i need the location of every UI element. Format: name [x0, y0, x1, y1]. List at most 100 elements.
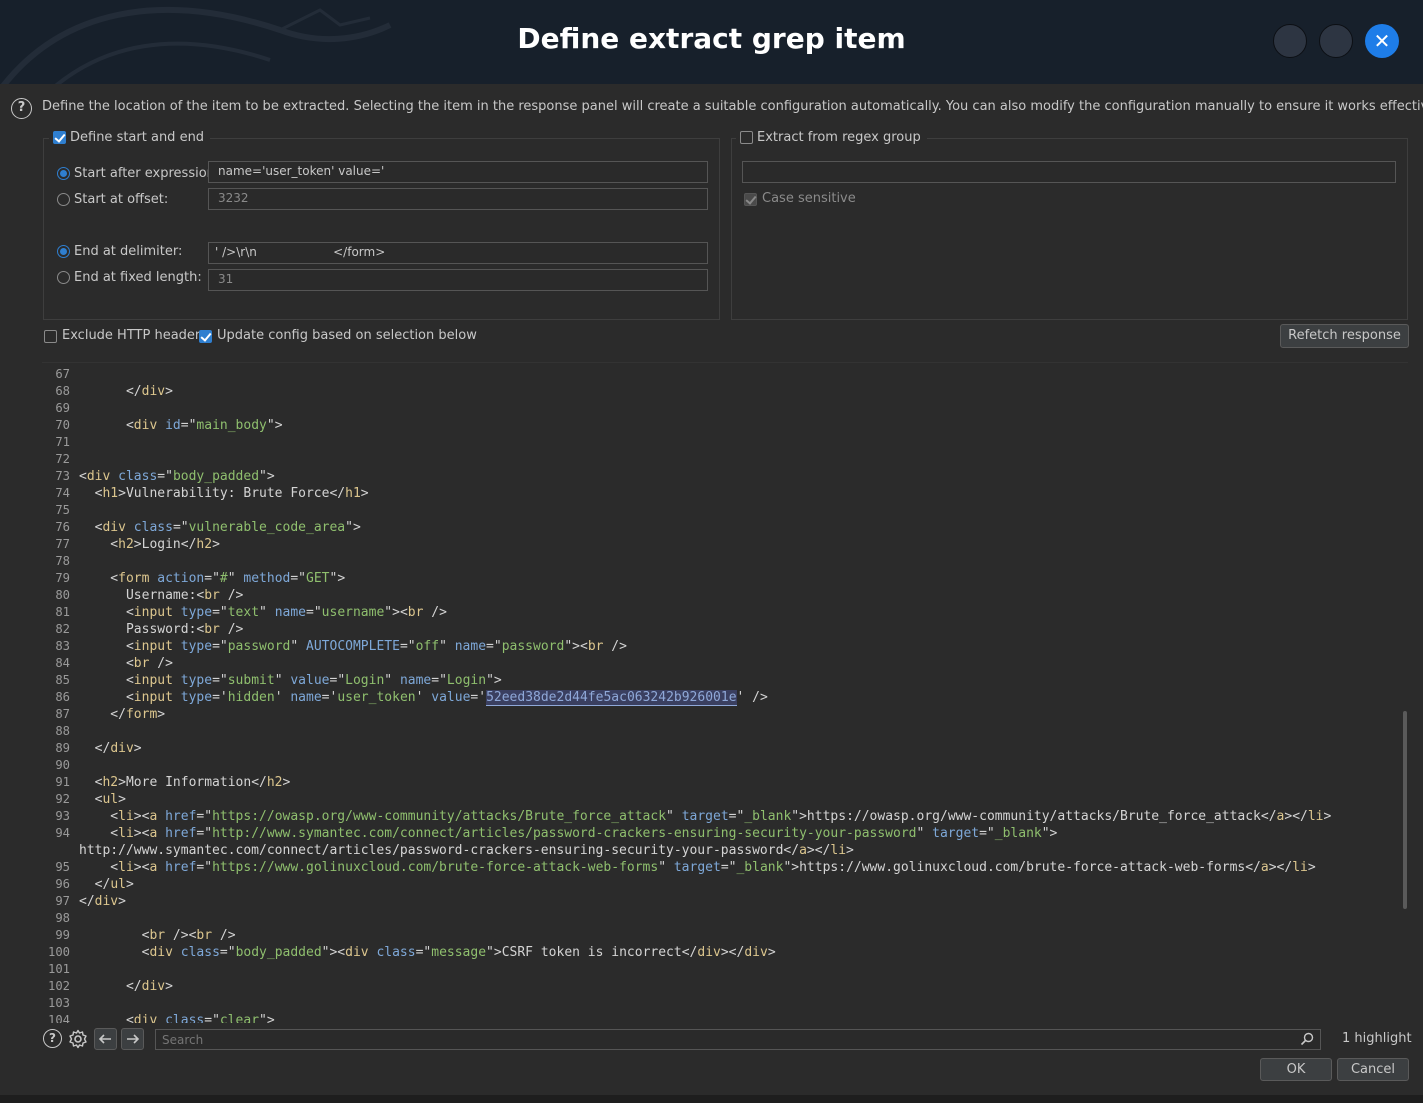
line-number: 84: [55, 656, 70, 670]
line-number: 103: [47, 996, 70, 1010]
code-content[interactable]: </div> <div id="main_body"> <div class="…: [79, 366, 1331, 1023]
code-line: <input type="password" AUTOCOMPLETE="off…: [79, 639, 627, 654]
line-number: 97: [55, 894, 70, 908]
line-number: 83: [55, 639, 70, 653]
line-number: 87: [55, 707, 70, 721]
regex-legend: Extract from regex group: [736, 130, 927, 145]
code-line: <li><a href="https://owasp.org/www-commu…: [79, 809, 1332, 824]
line-number: 85: [55, 673, 70, 687]
line-number: 80: [55, 588, 70, 602]
update-config-checkbox[interactable]: [199, 330, 212, 343]
code-line: <ul>: [79, 792, 126, 807]
line-number: 102: [47, 979, 70, 993]
line-number: [42, 842, 70, 859]
editor-help-glyph: ?: [49, 1031, 56, 1045]
search-forward-button[interactable]: [121, 1028, 144, 1050]
minimize-button[interactable]: [1273, 24, 1307, 58]
start-after-radio[interactable]: [57, 167, 70, 180]
line-number: 88: [55, 724, 70, 738]
code-line: <div class="vulnerable_code_area">: [79, 520, 361, 535]
code-line: <li><a href="http://www.symantec.com/con…: [79, 826, 1058, 841]
line-number: 77: [55, 537, 70, 551]
code-line: <input type="submit" value="Login" name=…: [79, 673, 502, 688]
maximize-button[interactable]: [1319, 24, 1353, 58]
start-after-input[interactable]: name='user_token' value=': [208, 161, 708, 183]
help-circle-icon[interactable]: ?: [11, 98, 32, 119]
response-editor[interactable]: 67 68 69 70 71 72 73 74 75 76 77 78 79 8…: [42, 362, 1408, 1023]
line-number: 81: [55, 605, 70, 619]
line-number: 101: [47, 962, 70, 976]
search-input[interactable]: [155, 1029, 1321, 1050]
code-line: Password:<br />: [79, 622, 244, 637]
search-back-button[interactable]: [94, 1028, 117, 1050]
line-number: 79: [55, 571, 70, 585]
code-line: <div class="clear">: [79, 1013, 275, 1023]
line-number: 70: [55, 418, 70, 432]
line-number: 72: [55, 452, 70, 466]
selected-token[interactable]: 52eed38de2d44fe5ac063242b926001e: [486, 690, 737, 706]
bottom-edge: [0, 1095, 1423, 1103]
line-number: 90: [55, 758, 70, 772]
line-number: 96: [55, 877, 70, 891]
code-line: <form action="#" method="GET">: [79, 571, 346, 586]
extract-regex-checkbox[interactable]: [740, 131, 753, 144]
highlight-count: 1 highlight: [1342, 1031, 1412, 1046]
code-line: <br />: [79, 656, 173, 671]
case-sensitive-checkbox[interactable]: [744, 193, 757, 206]
end-fixed-length-input[interactable]: 31: [208, 269, 708, 291]
line-number: 99: [55, 928, 70, 942]
line-number: 104: [47, 1013, 70, 1023]
title-bar: Define extract grep item ✕: [0, 0, 1423, 84]
cancel-button[interactable]: Cancel: [1337, 1058, 1409, 1081]
code-line: </div>: [79, 894, 126, 909]
line-number: 67: [55, 367, 70, 381]
line-number: 94: [55, 826, 70, 840]
line-number: 73: [55, 469, 70, 483]
line-number: 68: [55, 384, 70, 398]
line-number: 95: [55, 860, 70, 874]
extract-regex-label: Extract from regex group: [757, 130, 921, 145]
refetch-response-button[interactable]: Refetch response: [1280, 324, 1409, 348]
start-offset-radio[interactable]: [57, 193, 70, 206]
code-line: <h2>Login</h2>: [79, 537, 220, 552]
code-line: <br /><br />: [79, 928, 236, 943]
editor-scrollbar[interactable]: [1403, 711, 1407, 909]
code-line: <input type='hidden' name='user_token' v…: [79, 690, 768, 706]
line-number: 69: [55, 401, 70, 415]
code-line: <input type="text" name="username"><br /…: [79, 605, 447, 620]
line-number: 98: [55, 911, 70, 925]
line-number: 75: [55, 503, 70, 517]
code-line: <li><a href="https://www.golinuxcloud.co…: [79, 860, 1316, 875]
code-line: <div class="body_padded">: [79, 469, 275, 484]
line-number: 74: [55, 486, 70, 500]
settings-gear-icon[interactable]: [68, 1029, 88, 1049]
ok-button[interactable]: OK: [1260, 1058, 1332, 1081]
code-line: <div id="main_body">: [79, 418, 283, 433]
exclude-headers-checkbox[interactable]: [44, 330, 57, 343]
close-button[interactable]: ✕: [1365, 24, 1399, 58]
end-fixed-length-radio[interactable]: [57, 271, 70, 284]
editor-help-icon[interactable]: ?: [43, 1029, 62, 1048]
end-delimiter-radio[interactable]: [57, 245, 70, 258]
code-line: Username:<br />: [79, 588, 244, 603]
code-line: </form>: [79, 707, 166, 722]
end-delimiter-input[interactable]: ' />\r\n </form>: [208, 242, 708, 264]
start-offset-input[interactable]: 3232: [208, 188, 708, 210]
search-icon[interactable]: [1300, 1032, 1314, 1046]
arrow-left-icon: [98, 1034, 111, 1044]
regex-input[interactable]: [742, 161, 1396, 183]
help-glyph: ?: [17, 100, 26, 115]
define-start-end-checkbox[interactable]: [53, 131, 66, 144]
start-end-legend: Define start and end: [49, 130, 211, 145]
code-line: </div>: [79, 741, 142, 756]
arrow-right-icon: [127, 1034, 140, 1044]
